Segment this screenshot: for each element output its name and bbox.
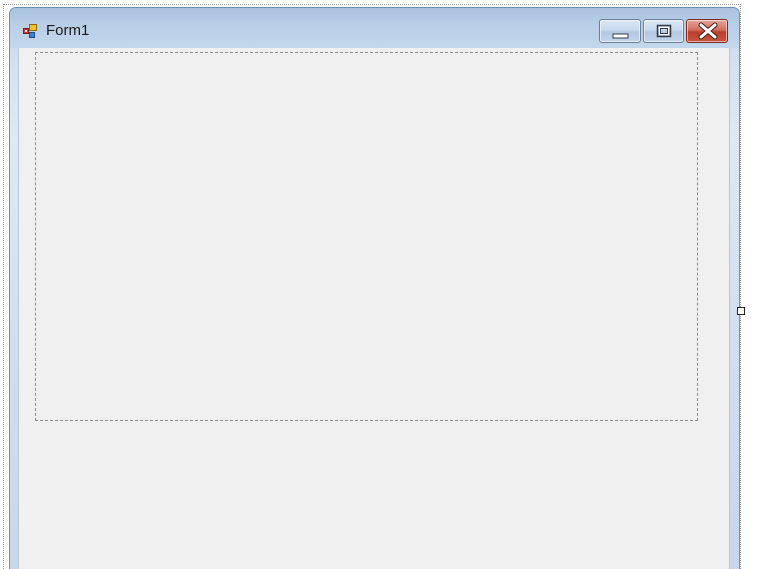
maximize-icon [656, 24, 672, 38]
minimize-icon [612, 33, 629, 39]
form-client-area[interactable] [18, 48, 730, 569]
form-title: Form1 [46, 22, 90, 39]
maximize-button[interactable] [643, 19, 684, 43]
resize-handle-right[interactable] [737, 307, 745, 315]
panel-control[interactable] [35, 52, 698, 421]
close-button[interactable] [686, 19, 728, 43]
form-window[interactable]: Form1 [9, 7, 740, 569]
windows-forms-app-icon [23, 23, 39, 39]
title-bar[interactable]: Form1 [10, 8, 739, 48]
designer-surface: Form1 [0, 0, 763, 569]
form-left-border [10, 48, 18, 569]
minimize-button[interactable] [599, 19, 641, 43]
close-icon [698, 22, 718, 40]
